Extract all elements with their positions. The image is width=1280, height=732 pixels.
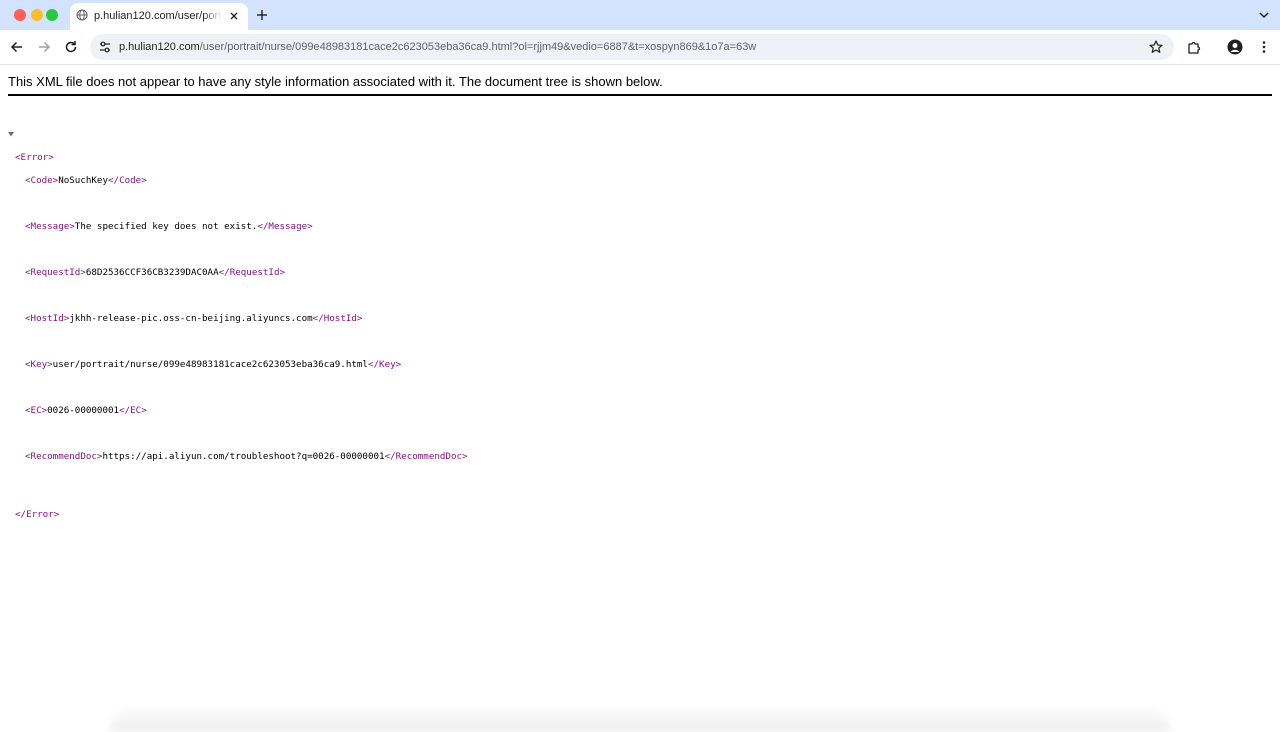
xml-open-tag: <Code> [25,175,59,186]
globe-icon [76,9,88,21]
xml-value: NoSuchKey [58,175,108,186]
page-content: This XML file does not appear to have an… [0,65,1280,732]
plus-icon[interactable] [254,7,270,23]
puzzle-icon[interactable] [1186,39,1202,55]
xml-close-tag: </HostId> [312,313,363,324]
xml-element-ec: <EC>0026-00000001</EC> [0,405,147,417]
xml-value: https://api.aliyun.com/troubleshoot?q=00… [102,451,385,462]
xml-open-tag: <RequestId> [25,267,86,278]
xml-tag-error-open: <Error> [15,152,54,163]
xml-close-tag: </RecommendDoc> [384,451,468,462]
xml-value: 68D2536CCF36CB3239DAC0AA [85,267,219,278]
xml-root-open-line: <Error> [0,129,54,163]
xml-close-tag: </Message> [257,221,313,232]
xml-close-tag: </EC> [119,405,147,416]
active-tab[interactable]: p.hulian120.com/user/portrait/nurse/099e… [70,3,248,30]
url-text[interactable]: p.hulian120.com/user/portrait/nurse/099e… [119,40,756,54]
close-window-button[interactable] [14,9,26,21]
chevron-down-icon[interactable] [1256,7,1272,23]
url-path: /user/portrait/nurse/099e48983181cace2c6… [199,41,757,53]
xml-open-tag: <RecommendDoc> [25,451,103,462]
xml-value: The specified key does not exist. [74,221,258,232]
toolbar: p.hulian120.com/user/portrait/nurse/099e… [0,30,1280,65]
profile-icon[interactable] [1227,39,1243,55]
xml-close-tag: </RequestId> [218,267,286,278]
zoom-window-button[interactable] [46,9,58,21]
forward-arrow-icon[interactable] [36,39,52,55]
xml-open-tag: <EC> [25,405,48,416]
tune-icon[interactable] [97,39,113,55]
reload-icon[interactable] [63,39,79,55]
xml-element-key: <Key>user/portrait/nurse/099e48983181cac… [0,359,401,371]
xml-info-message: This XML file does not appear to have an… [8,74,663,89]
xml-open-tag: <Message> [25,221,75,232]
xml-close-tag: </Key> [367,359,402,370]
xml-value: user/portrait/nurse/099e48983181cace2c62… [52,359,368,370]
xml-element-hostid: <HostId>jkhh-release-pic.oss-cn-beijing.… [0,313,362,325]
divider [8,94,1272,96]
kebab-menu-icon[interactable] [1256,39,1272,55]
xml-value: 0026-00000001 [47,405,120,416]
xml-element-recommenddoc: <RecommendDoc>https://api.aliyun.com/tro… [0,451,468,463]
back-arrow-icon[interactable] [9,39,25,55]
xml-root-close-line: </Error> [0,497,59,520]
xml-document-tree: <Error> <Code>NoSuchKey</Code> <Message>… [0,106,468,532]
xml-element-message: <Message>The specified key does not exis… [0,221,313,233]
xml-close-tag: </Code> [108,175,147,186]
collapse-triangle-icon[interactable] [8,131,14,137]
url-host: p.hulian120.com [119,41,200,53]
address-bar[interactable]: p.hulian120.com/user/portrait/nurse/099e… [90,34,1174,60]
xml-element-code: <Code>NoSuchKey</Code> [0,175,147,187]
xml-value: jkhh-release-pic.oss-cn-beijing.aliyuncs… [69,313,313,324]
tab-strip: p.hulian120.com/user/portrait/nurse/099e… [0,0,1280,30]
xml-element-requestid: <RequestId>68D2536CCF36CB3239DAC0AA</Req… [0,267,285,279]
tab-title: p.hulian120.com/user/portrait/nurse/099e… [94,10,222,22]
xml-open-tag: <HostId> [25,313,70,324]
minimize-window-button[interactable] [31,9,43,21]
browser-window: p.hulian120.com/user/portrait/nurse/099e… [0,0,1280,732]
star-icon[interactable] [1148,39,1164,55]
xml-open-tag: <Key> [25,359,53,370]
xml-tag-error-close: </Error> [15,508,60,520]
window-bottom-shadow [110,705,1170,732]
close-icon[interactable] [227,9,241,23]
